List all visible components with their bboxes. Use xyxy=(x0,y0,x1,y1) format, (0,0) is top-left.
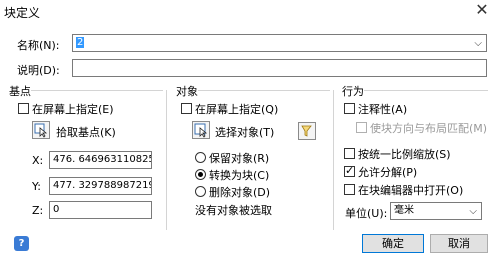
open-in-block-editor-checkbox[interactable] xyxy=(344,184,355,195)
annotative-checkbox[interactable] xyxy=(344,103,355,114)
unit-label: 单位(U): xyxy=(345,207,388,220)
z-coordinate-input[interactable]: 0 xyxy=(49,201,152,219)
select-objects-icon[interactable] xyxy=(192,121,210,139)
convert-to-block-radio[interactable] xyxy=(195,169,206,180)
name-label: 名称(N): xyxy=(17,39,60,52)
pick-point-label[interactable]: 拾取基点(K) xyxy=(56,124,116,140)
selection-status-text: 没有对象被选取 xyxy=(195,204,272,217)
base-point-separator xyxy=(31,90,163,91)
convert-to-block-label: 转换为块(C) xyxy=(209,169,270,182)
delete-label: 删除对象(D) xyxy=(209,186,271,199)
base-point-header: 基点 xyxy=(9,85,31,98)
z-label: Z: xyxy=(32,204,44,217)
delete-radio[interactable] xyxy=(195,186,206,197)
objects-separator xyxy=(198,90,330,91)
name-value: 2 xyxy=(76,37,85,48)
cancel-button[interactable]: 取消 xyxy=(430,234,488,253)
retain-label: 保留对象(R) xyxy=(209,152,270,165)
unit-select[interactable]: 毫米 ⌵ xyxy=(390,202,482,220)
allow-explode-label: 允许分解(P) xyxy=(358,166,418,179)
objects-specify-on-screen-label: 在屏幕上指定(Q) xyxy=(195,103,279,116)
description-input[interactable] xyxy=(72,59,487,77)
objects-specify-on-screen-checkbox[interactable] xyxy=(181,103,192,114)
quick-select-icon[interactable] xyxy=(298,122,316,140)
name-combobox[interactable]: 2 ⌵ xyxy=(72,34,487,52)
dialog-title: 块定义 xyxy=(4,6,41,20)
ok-button[interactable]: 确定 xyxy=(362,234,424,253)
pick-point-icon[interactable] xyxy=(32,121,50,139)
uniform-scale-label: 按统一比例缩放(S) xyxy=(358,148,451,161)
y-label: Y: xyxy=(32,180,41,193)
description-label: 说明(D): xyxy=(17,64,60,77)
behavior-header: 行为 xyxy=(342,85,364,98)
allow-explode-checkbox[interactable] xyxy=(344,164,355,177)
objects-header: 对象 xyxy=(176,85,198,98)
match-orientation-label: 使块方向与布局匹配(M) xyxy=(370,122,488,135)
base-specify-on-screen-checkbox[interactable] xyxy=(18,103,29,114)
behavior-separator xyxy=(364,90,488,91)
unit-value: 毫米 xyxy=(394,205,414,216)
select-objects-label[interactable]: 选择对象(T) xyxy=(215,124,274,140)
retain-radio[interactable] xyxy=(195,152,206,163)
group-divider xyxy=(333,90,334,230)
help-icon[interactable]: ? xyxy=(14,236,29,251)
close-icon[interactable]: ✕ xyxy=(472,1,492,21)
group-divider xyxy=(166,90,167,230)
y-coordinate-input[interactable]: 477. 3297889872194 xyxy=(49,177,152,195)
x-coordinate-input[interactable]: 476. 6469631108255 xyxy=(49,151,152,169)
match-orientation-checkbox[interactable] xyxy=(356,122,367,133)
open-in-block-editor-label: 在块编辑器中打开(O) xyxy=(358,184,464,197)
chevron-down-icon[interactable]: ⌵ xyxy=(474,36,482,51)
base-specify-on-screen-label: 在屏幕上指定(E) xyxy=(32,103,114,116)
chevron-down-icon[interactable]: ⌵ xyxy=(469,204,477,219)
annotative-label: 注释性(A) xyxy=(358,103,408,116)
uniform-scale-checkbox[interactable] xyxy=(344,148,355,159)
x-label: X: xyxy=(32,154,44,167)
